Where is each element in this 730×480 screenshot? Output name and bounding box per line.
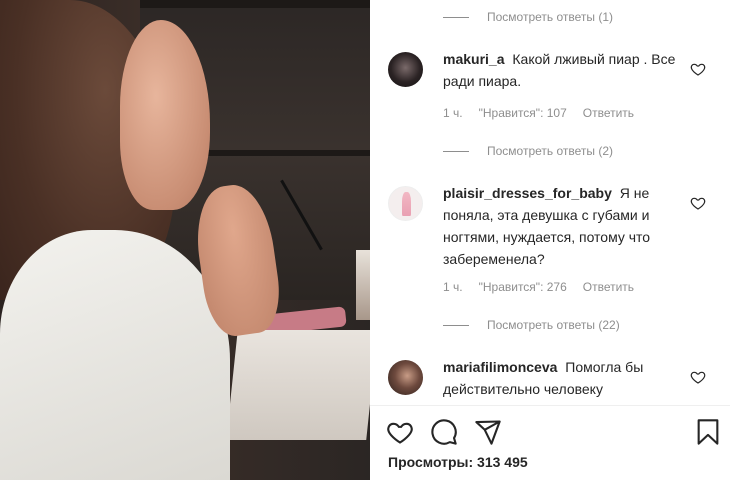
bookmark-icon[interactable] bbox=[694, 418, 722, 446]
like-comment-heart-icon[interactable] bbox=[690, 369, 706, 385]
comment-meta: 1 ч. "Нравится": 107 Ответить bbox=[443, 106, 650, 120]
view-replies-text: Посмотреть ответы (2) bbox=[487, 144, 614, 158]
view-replies-link[interactable]: Посмотреть ответы (22) bbox=[443, 318, 620, 332]
table bbox=[226, 330, 370, 440]
glass bbox=[356, 250, 370, 320]
view-replies-link[interactable]: Посмотреть ответы (2) bbox=[443, 144, 613, 158]
comment-text: makuri_a Какой лживый пиар . Все ради пи… bbox=[443, 48, 683, 92]
views-count: Просмотры: 313 495 bbox=[388, 454, 528, 470]
comments-panel: Посмотреть ответы (1) makuri_a Какой лжи… bbox=[370, 0, 730, 480]
comment-time: 1 ч. bbox=[443, 106, 463, 120]
comment-text: plaisir_dresses_for_baby Я не поняла, эт… bbox=[443, 182, 683, 270]
person-shirt bbox=[0, 230, 230, 480]
comment-meta: 1 ч. "Нравится": 276 Ответить bbox=[443, 280, 650, 294]
replies-line bbox=[443, 150, 469, 152]
view-replies-text: Посмотреть ответы (1) bbox=[487, 10, 614, 24]
like-comment-heart-icon[interactable] bbox=[690, 61, 706, 77]
avatar[interactable] bbox=[388, 186, 423, 221]
reply-button[interactable]: Ответить bbox=[583, 106, 634, 120]
avatar[interactable] bbox=[388, 360, 423, 395]
view-replies-link[interactable]: Посмотреть ответы (1) bbox=[443, 10, 613, 24]
comment-likes[interactable]: "Нравится": 107 bbox=[479, 106, 567, 120]
comment-username[interactable]: makuri_a bbox=[443, 51, 504, 67]
reply-button[interactable]: Ответить bbox=[583, 280, 634, 294]
post-actions bbox=[370, 418, 730, 446]
comment-likes[interactable]: "Нравится": 276 bbox=[479, 280, 567, 294]
avatar-figure bbox=[402, 192, 411, 216]
wall-slat bbox=[140, 0, 370, 8]
replies-line bbox=[443, 324, 469, 326]
comment-username[interactable]: mariafilimonceva bbox=[443, 359, 557, 375]
heart-icon[interactable] bbox=[386, 418, 414, 446]
divider bbox=[370, 405, 730, 406]
view-replies-text: Посмотреть ответы (22) bbox=[487, 318, 620, 332]
avatar[interactable] bbox=[388, 52, 423, 87]
comment-time: 1 ч. bbox=[443, 280, 463, 294]
video-player[interactable] bbox=[0, 0, 370, 480]
share-icon[interactable] bbox=[474, 418, 502, 446]
like-comment-heart-icon[interactable] bbox=[690, 195, 706, 211]
comment-icon[interactable] bbox=[430, 418, 458, 446]
replies-line bbox=[443, 16, 469, 18]
comment-text: mariafilimonceva Помогла бы действительн… bbox=[443, 356, 683, 400]
comment-username[interactable]: plaisir_dresses_for_baby bbox=[443, 185, 612, 201]
